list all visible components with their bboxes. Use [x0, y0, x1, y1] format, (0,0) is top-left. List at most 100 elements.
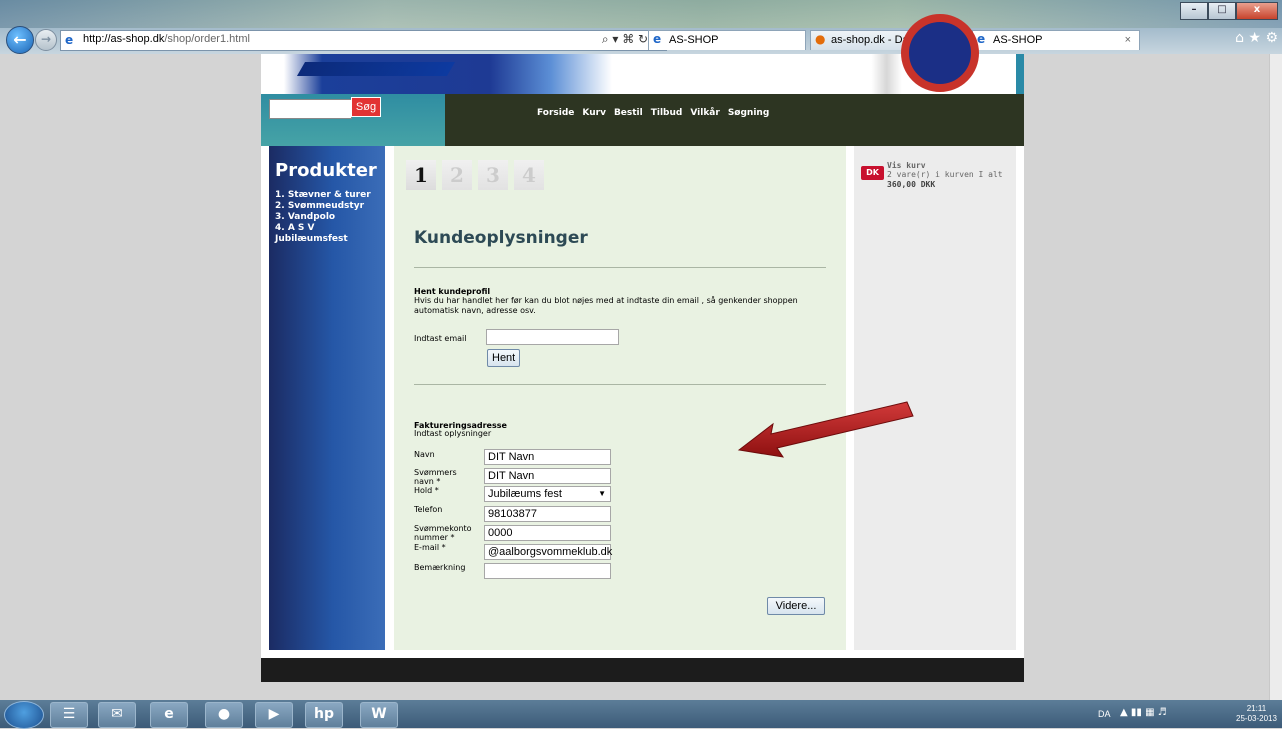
nav-bestil[interactable]: Bestil: [614, 108, 643, 118]
step-1: 1: [406, 160, 436, 190]
nav-vilkaar[interactable]: Vilkår: [690, 108, 719, 118]
back-button[interactable]: ←: [6, 26, 34, 54]
folder-icon: ☰: [62, 706, 76, 722]
close-tab-icon[interactable]: ×: [1125, 31, 1131, 50]
email-lookup-input[interactable]: [486, 329, 619, 345]
hold-label: Hold *: [414, 486, 439, 495]
network-icon: ▦: [1145, 707, 1155, 718]
bemaerkning-field[interactable]: [484, 563, 611, 579]
step-3: 3: [478, 160, 508, 190]
step-4: 4: [514, 160, 544, 190]
vis-kurv-link[interactable]: Vis kurv: [887, 161, 926, 170]
shop-page: Søg Forside Kurv Bestil Tilbud Vilkår Sø…: [261, 14, 1024, 682]
profile-text: Hvis du har handlet her før kan du blot …: [414, 296, 798, 315]
address-bar[interactable]: e http://as-shop.dk/shop/order1.html ⌕ ▾…: [60, 30, 667, 51]
products-sidebar: Produkter 1. Stævner & turer 2. Svømmeud…: [269, 146, 385, 650]
ie-tab-icon: e: [977, 32, 986, 46]
ie-icon: e: [164, 706, 174, 722]
clock-date: 25-03-2013: [1236, 714, 1277, 723]
taskbar-chrome[interactable]: ●: [205, 702, 243, 728]
email-field[interactable]: @aalborgsvommeklub.dk: [484, 544, 612, 560]
close-window-button[interactable]: x: [1236, 2, 1278, 20]
minimize-button[interactable]: –: [1180, 2, 1208, 20]
products-title: Produkter: [275, 160, 377, 181]
tab-as-shop-1[interactable]: e AS-SHOP: [648, 30, 806, 50]
telefon-field[interactable]: 98103877: [484, 506, 611, 522]
start-button[interactable]: [4, 701, 44, 729]
telefon-label: Telefon: [414, 505, 443, 514]
navn-field[interactable]: DIT Navn: [484, 449, 611, 465]
banner-stripe: [1016, 54, 1024, 94]
svoemmekonto-field[interactable]: 0000: [484, 525, 611, 541]
bemaerkning-label: Bemærkning: [414, 563, 466, 572]
footer-bar: [261, 658, 1024, 682]
dankort-logo: DK: [861, 166, 884, 180]
search-panel: Søg: [261, 94, 445, 146]
browser-toolbar-icons: ⌂ ★ ⚙: [1235, 30, 1278, 46]
search-button[interactable]: Søg: [351, 97, 381, 117]
media-icon: ▶: [268, 706, 280, 722]
profile-heading: Hent kundeprofil: [414, 287, 491, 296]
product-link-vandpolo[interactable]: 3. Vandpolo: [275, 212, 383, 223]
page-title: Kundeoplysninger: [414, 228, 588, 248]
svoemmekonto-label: Svømmekonto nummer *: [414, 524, 472, 542]
tray-icons[interactable]: ▲ ▮▮ ▦ ♬: [1120, 707, 1167, 718]
videre-button[interactable]: Videre...: [767, 597, 825, 615]
taskbar-explorer[interactable]: ☰: [50, 702, 88, 728]
ie-tab-icon: e: [653, 32, 662, 46]
word-icon: W: [371, 706, 387, 722]
tab-label: AS-SHOP: [993, 34, 1043, 46]
settings-gear-icon[interactable]: ⚙: [1265, 30, 1278, 46]
clock-time: 21:11: [1246, 704, 1267, 713]
hold-selected-value: Jubilæums fest: [488, 488, 562, 500]
hent-button[interactable]: Hent: [487, 349, 521, 367]
nav-kurv[interactable]: Kurv: [582, 108, 606, 118]
chevron-up-icon: ▲: [1120, 707, 1128, 718]
product-link-svoemmeudstyr[interactable]: 2. Svømmeudstyr: [275, 201, 383, 212]
nav-bar: Søg Forside Kurv Bestil Tilbud Vilkår Sø…: [261, 94, 1024, 146]
product-link-staevner[interactable]: 1. Stævner & turer: [275, 190, 383, 201]
tab-label: AS-SHOP: [669, 34, 719, 46]
address-url[interactable]: http://as-shop.dk/shop/order1.html: [83, 33, 250, 45]
arrow-left-icon: ←: [13, 30, 27, 49]
vertical-scrollbar[interactable]: [1269, 54, 1282, 700]
nav-soegning[interactable]: Søgning: [728, 108, 769, 118]
favorites-star-icon[interactable]: ★: [1248, 30, 1261, 46]
banner-pool-image: [296, 62, 456, 76]
taskbar-ie[interactable]: e: [150, 702, 188, 728]
taskbar-media[interactable]: ▶: [255, 702, 293, 728]
checkout-steps: 1 2 3 4: [406, 160, 544, 190]
forward-button[interactable]: →: [35, 29, 57, 51]
taskbar-word[interactable]: W: [360, 702, 398, 728]
clock[interactable]: 21:11 25-03-2013: [1236, 704, 1277, 724]
taskbar-hp[interactable]: hp: [305, 702, 343, 728]
home-icon[interactable]: ⌂: [1235, 30, 1244, 46]
mail-icon: ✉: [111, 706, 123, 722]
header-banner: [261, 14, 1024, 94]
language-indicator[interactable]: DA: [1098, 709, 1111, 719]
maximize-button[interactable]: □: [1208, 2, 1236, 20]
chrome-icon: ●: [217, 706, 231, 722]
address-path: /shop/order1.html: [164, 33, 250, 45]
arrow-right-icon: →: [40, 32, 52, 46]
nav-tilbud[interactable]: Tilbud: [651, 108, 683, 118]
divider: [414, 384, 826, 385]
step-2: 2: [442, 160, 472, 190]
search-input[interactable]: [269, 99, 352, 119]
main-nav: Forside Kurv Bestil Tilbud Vilkår Søgnin…: [537, 108, 769, 118]
checkout-main: 1 2 3 4 Kundeoplysninger Hent kundeprofi…: [394, 146, 846, 650]
volume-icon: ♬: [1157, 707, 1167, 718]
tab-as-shop-2[interactable]: e AS-SHOP ×: [972, 30, 1140, 50]
hp-icon: hp: [314, 706, 334, 722]
divider: [414, 267, 826, 268]
product-link-jubilaeumsfest[interactable]: Jubilæumsfest: [275, 234, 383, 245]
club-logo: [901, 14, 979, 92]
cart-count-text: 2 vare(r) i kurven I alt: [887, 170, 1003, 179]
hold-select[interactable]: Jubilæums fest ▼: [484, 486, 611, 502]
nav-forside[interactable]: Forside: [537, 108, 574, 118]
product-link-asv[interactable]: 4. A S V: [275, 223, 383, 234]
taskbar-outlook[interactable]: ✉: [98, 702, 136, 728]
svoemmers-navn-field[interactable]: DIT Navn: [484, 468, 611, 484]
annotation-arrow-icon: [737, 401, 914, 458]
email-label: E-mail *: [414, 543, 446, 552]
